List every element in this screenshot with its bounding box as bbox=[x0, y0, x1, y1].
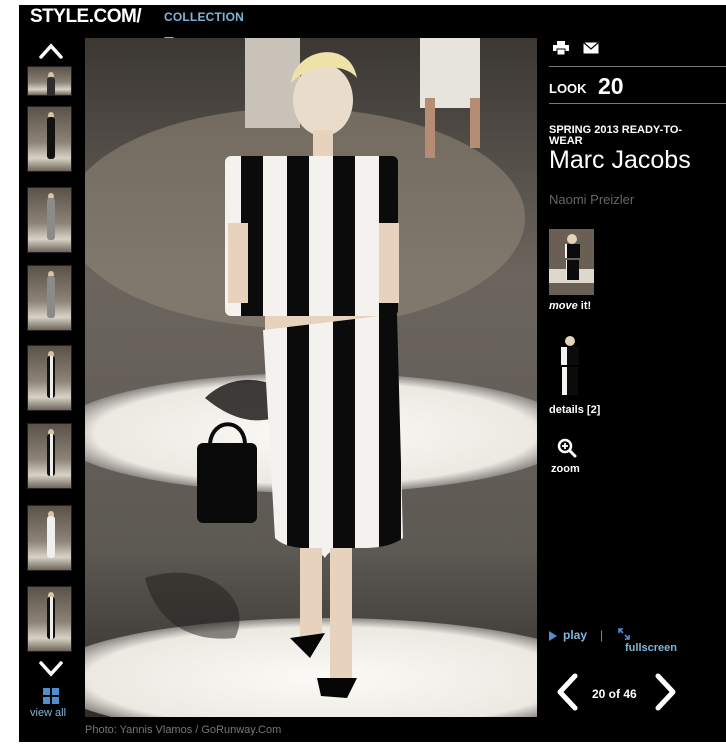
look-thumbnail[interactable] bbox=[27, 106, 72, 172]
look-thumbnail[interactable] bbox=[27, 345, 72, 411]
look-thumbnail[interactable] bbox=[27, 423, 72, 489]
runway-photo[interactable] bbox=[85, 38, 537, 717]
pagination-counter: 20 of 46 bbox=[592, 687, 637, 701]
thumbnail-model-outfit bbox=[47, 356, 55, 398]
thumbnail-model-outfit bbox=[47, 597, 55, 639]
zoom-link[interactable]: zoom bbox=[551, 463, 580, 475]
divider bbox=[549, 66, 726, 67]
print-icon[interactable] bbox=[553, 41, 569, 55]
move-it-thumbnail[interactable] bbox=[549, 229, 594, 295]
fullscreen-icon[interactable] bbox=[617, 627, 631, 641]
zoom-icon[interactable] bbox=[557, 438, 577, 458]
details-link[interactable]: details [2] bbox=[549, 404, 600, 416]
site-logo[interactable]: STYLE.COM/ bbox=[30, 6, 142, 28]
thumbnail-model-outfit bbox=[47, 276, 55, 318]
collection-menu[interactable]: COLLECTION bbox=[164, 10, 244, 24]
designer-name[interactable]: Marc Jacobs bbox=[549, 146, 691, 175]
photo-credit: Photo: Yannis Vlamos / GoRunway.Com bbox=[85, 724, 282, 736]
separator: | bbox=[600, 628, 604, 642]
look-thumbnail[interactable] bbox=[27, 265, 72, 331]
email-icon[interactable] bbox=[583, 41, 599, 55]
grid-icon[interactable] bbox=[43, 688, 59, 704]
view-all-link[interactable]: view all bbox=[30, 707, 66, 719]
previous-look-arrow-icon[interactable] bbox=[553, 672, 581, 712]
thumbnail-model-outfit bbox=[47, 434, 55, 476]
model-name[interactable]: Naomi Preizler bbox=[549, 192, 634, 207]
look-thumbnail[interactable] bbox=[27, 187, 72, 253]
look-number: 20 bbox=[598, 73, 624, 99]
thumbnail-model-outfit bbox=[47, 198, 55, 240]
chevron-up-icon[interactable] bbox=[38, 42, 64, 60]
play-icon[interactable] bbox=[549, 631, 557, 641]
thumbnail-model-outfit bbox=[47, 516, 55, 558]
season-title: SPRING 2013 READY-TO-WEAR bbox=[549, 124, 683, 147]
thumbnail-model-outfit bbox=[47, 117, 55, 159]
thumbnail-model-outfit bbox=[47, 77, 55, 95]
divider bbox=[549, 103, 726, 104]
next-look-arrow-icon[interactable] bbox=[652, 672, 680, 712]
runway-photo-illustration bbox=[85, 38, 537, 717]
fullscreen-link[interactable]: fullscreen bbox=[625, 642, 677, 654]
move-it-link[interactable]: move it! bbox=[549, 300, 591, 312]
chevron-down-icon[interactable] bbox=[38, 660, 64, 678]
look-label: LOOK bbox=[549, 81, 587, 96]
look-thumbnail[interactable] bbox=[27, 586, 72, 652]
play-link[interactable]: play bbox=[563, 628, 587, 642]
details-thumbnail[interactable] bbox=[549, 333, 594, 399]
look-thumbnail[interactable] bbox=[27, 505, 72, 571]
look-thumbnail[interactable] bbox=[27, 66, 72, 96]
